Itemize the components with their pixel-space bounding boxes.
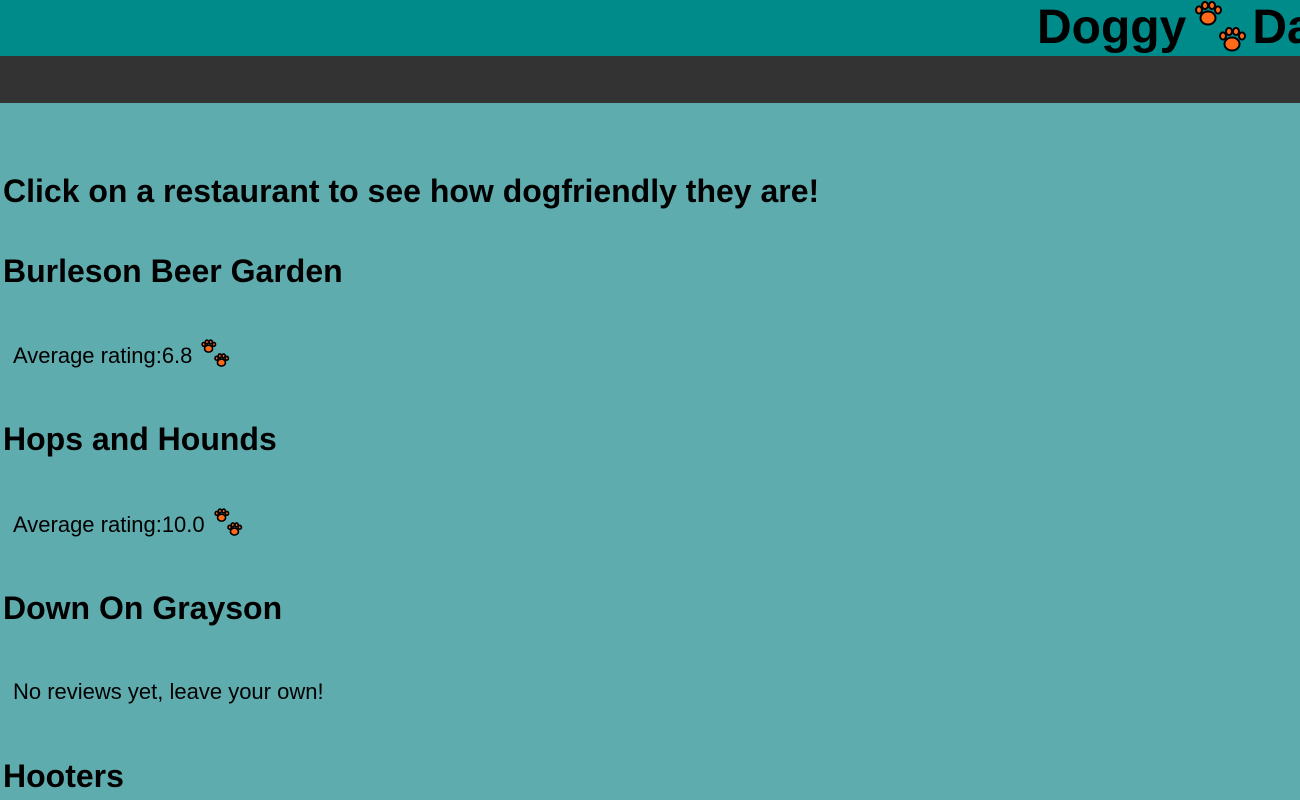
- paw-prints-icon: [1195, 0, 1247, 52]
- rating-prefix: Average rating:: [13, 343, 162, 368]
- restaurant-rating: Average rating: 6.8: [13, 339, 230, 371]
- paw-print-upper: [1195, 0, 1223, 26]
- paw-prints-icon: [201, 339, 230, 367]
- paw-print-lower: [1219, 26, 1247, 52]
- restaurant-rating: Average rating: 10.0: [13, 508, 243, 540]
- restaurant-status: No reviews yet, leave your own!: [13, 679, 324, 704]
- rating-value: 6.8: [161, 343, 193, 368]
- site-title[interactable]: Doggy Da: [1037, 0, 1300, 56]
- restaurant-name[interactable]: Hops and Hounds: [3, 421, 277, 458]
- paw-prints-icon: [213, 508, 242, 536]
- site-title-left: Doggy: [1037, 1, 1187, 54]
- restaurant-name[interactable]: Down On Grayson: [3, 590, 282, 627]
- rating-value: 10.0: [161, 512, 205, 537]
- site-header: Doggy Da: [0, 0, 1300, 56]
- restaurant-name[interactable]: Hooters: [3, 758, 124, 795]
- restaurant-name[interactable]: Burleson Beer Garden: [3, 253, 343, 290]
- rating-prefix: Average rating:: [13, 512, 162, 537]
- page-intro: Click on a restaurant to see how dogfrie…: [3, 173, 820, 209]
- nav-bar: [0, 56, 1300, 103]
- site-title-right: Da: [1252, 1, 1300, 54]
